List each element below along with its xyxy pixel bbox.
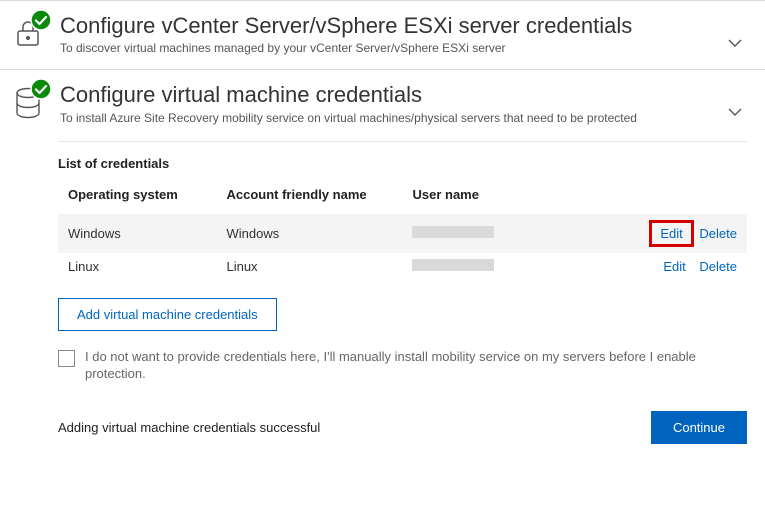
delete-link[interactable]: Delete: [699, 259, 737, 274]
add-credentials-button[interactable]: Add virtual machine credentials: [58, 298, 277, 331]
col-friendly: Account friendly name: [216, 181, 402, 214]
status-message: Adding virtual machine credentials succe…: [58, 420, 320, 435]
section-header[interactable]: Configure vCenter Server/vSphere ESXi se…: [12, 13, 747, 55]
section-header[interactable]: Configure virtual machine credentials To…: [12, 82, 747, 124]
icon-column: [12, 13, 48, 52]
delete-link[interactable]: Delete: [699, 226, 737, 241]
chevron-down-icon[interactable]: [725, 33, 745, 56]
skip-credentials-option: I do not want to provide credentials her…: [58, 349, 747, 383]
cell-friendly: Linux: [216, 253, 402, 280]
icon-column: [12, 82, 48, 123]
section-subtitle: To install Azure Site Recovery mobility …: [60, 111, 747, 125]
redacted-value: [412, 259, 494, 271]
credentials-table: Operating system Account friendly name U…: [58, 181, 747, 280]
section-title: Configure virtual machine credentials: [60, 82, 747, 108]
edit-link[interactable]: Edit: [663, 259, 685, 274]
cell-user: [402, 253, 609, 280]
col-user: User name: [402, 181, 609, 214]
cell-os: Windows: [58, 214, 216, 253]
skip-checkbox-label: I do not want to provide credentials her…: [85, 349, 747, 383]
cell-os: Linux: [58, 253, 216, 280]
success-check-icon: [30, 78, 52, 100]
chevron-down-icon[interactable]: [725, 102, 745, 125]
redacted-value: [412, 226, 494, 238]
continue-button[interactable]: Continue: [651, 411, 747, 444]
section-vcenter: Configure vCenter Server/vSphere ESXi se…: [0, 0, 765, 69]
col-os: Operating system: [58, 181, 216, 214]
footer-row: Adding virtual machine credentials succe…: [58, 411, 747, 444]
success-check-icon: [30, 9, 52, 31]
cell-friendly: Windows: [216, 214, 402, 253]
skip-checkbox[interactable]: [58, 350, 75, 367]
credentials-body: List of credentials Operating system Acc…: [58, 141, 747, 444]
section-subtitle: To discover virtual machines managed by …: [60, 41, 747, 55]
list-title: List of credentials: [58, 156, 747, 171]
cell-user: [402, 214, 609, 253]
section-title: Configure vCenter Server/vSphere ESXi se…: [60, 13, 747, 39]
col-actions: [609, 181, 747, 214]
table-row: Windows Windows Edit Delete: [58, 214, 747, 253]
section-vm-credentials: Configure virtual machine credentials To…: [0, 69, 765, 457]
table-row: Linux Linux Edit Delete: [58, 253, 747, 280]
edit-link-highlighted[interactable]: Edit: [649, 220, 693, 247]
